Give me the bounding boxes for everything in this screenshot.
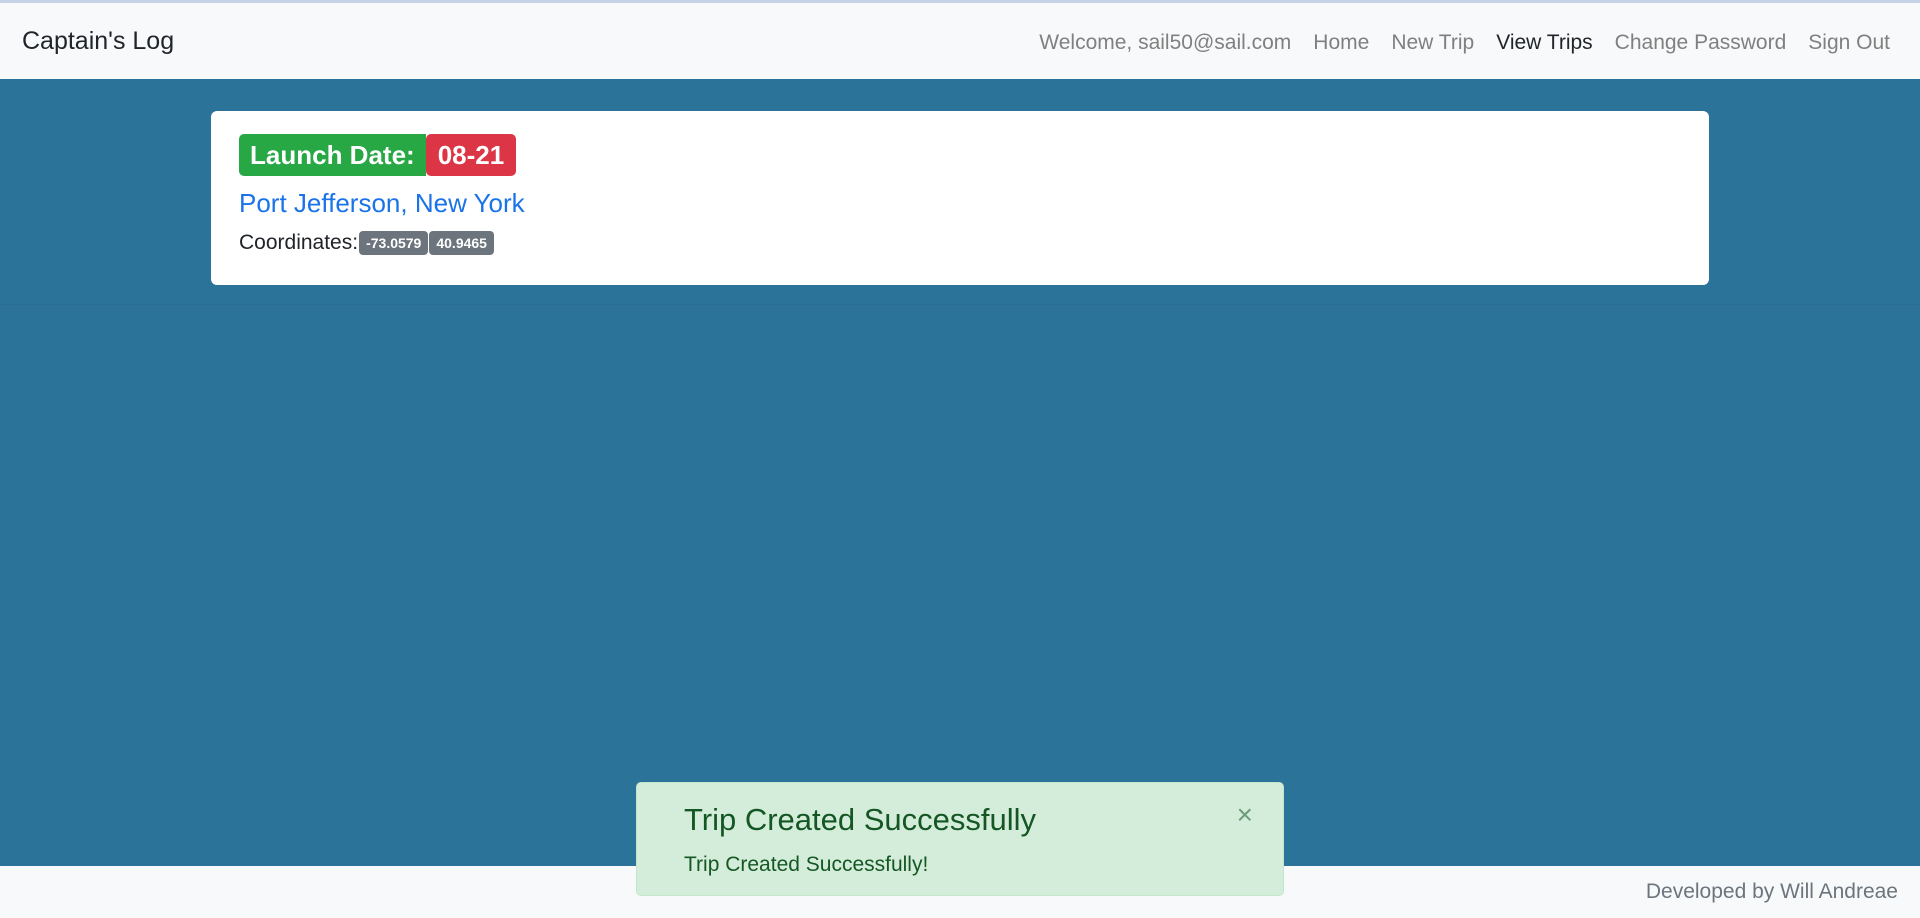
content-divider (0, 304, 1920, 305)
launch-date-label-badge: Launch Date: (239, 134, 426, 176)
toast-message: Trip Created Successfully! (684, 853, 929, 876)
coordinates-label: Coordinates: (239, 231, 359, 254)
coordinates-row: Coordinates: -73.0579 40.9465 (239, 231, 494, 255)
launch-date-value-badge: 08-21 (425, 134, 517, 176)
nav-change-password-link[interactable]: Change Password (1615, 31, 1787, 55)
nav-sign-out-link[interactable]: Sign Out (1808, 31, 1890, 55)
nav-view-trips-link[interactable]: View Trips (1496, 31, 1592, 55)
trip-location-link[interactable]: Port Jefferson, New York (239, 188, 525, 219)
navbar: Captain's Log Welcome, sail50@sail.com H… (0, 3, 1920, 79)
nav-new-trip-link[interactable]: New Trip (1391, 31, 1474, 55)
footer-credit: Developed by Will Andreae (1645, 880, 1898, 903)
close-icon[interactable]: × (1237, 801, 1253, 829)
brand-link[interactable]: Captain's Log (22, 27, 174, 56)
welcome-text: Welcome, sail50@sail.com (1039, 31, 1292, 54)
latitude-badge: 40.9465 (429, 231, 494, 255)
success-toast: Trip Created Successfully Trip Created S… (636, 782, 1284, 896)
trip-card: Launch Date: 08-21 Port Jefferson, New Y… (211, 111, 1709, 285)
longitude-badge: -73.0579 (359, 231, 429, 255)
toast-title: Trip Created Successfully (684, 802, 1037, 837)
launch-date-row: Launch Date: 08-21 (239, 134, 517, 176)
nav-home-link[interactable]: Home (1313, 31, 1369, 55)
nav-links: Welcome, sail50@sail.com Home New Trip V… (1039, 31, 1890, 55)
